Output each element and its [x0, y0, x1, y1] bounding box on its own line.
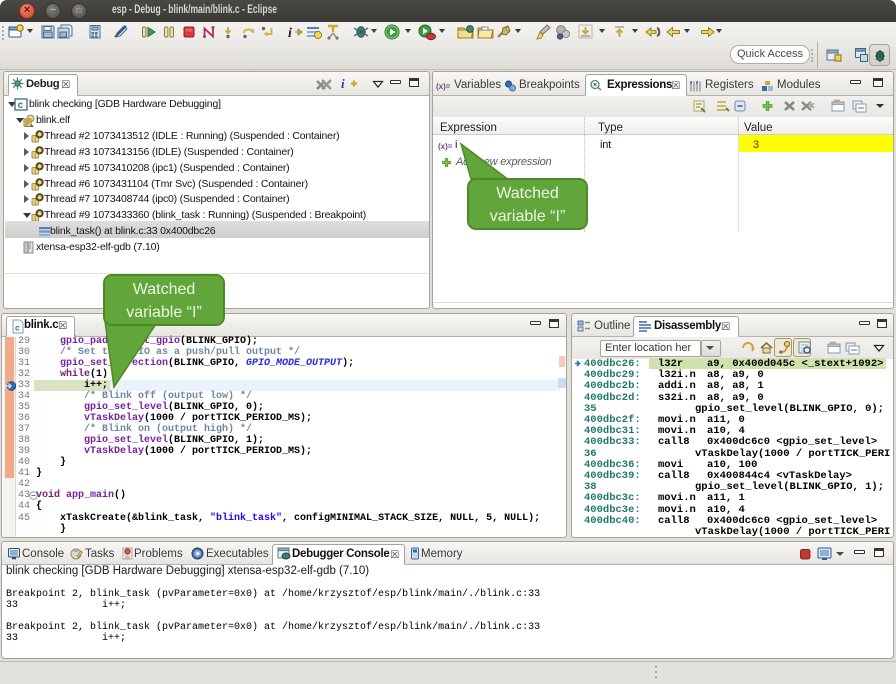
- svg-text:(x)=: (x)=: [436, 82, 451, 91]
- svg-text:i: i: [288, 26, 292, 40]
- svg-text:(x)=: (x)=: [438, 142, 453, 151]
- svg-text:i: i: [341, 76, 345, 91]
- svg-text:c: c: [15, 323, 20, 333]
- svg-text:c: c: [18, 100, 24, 111]
